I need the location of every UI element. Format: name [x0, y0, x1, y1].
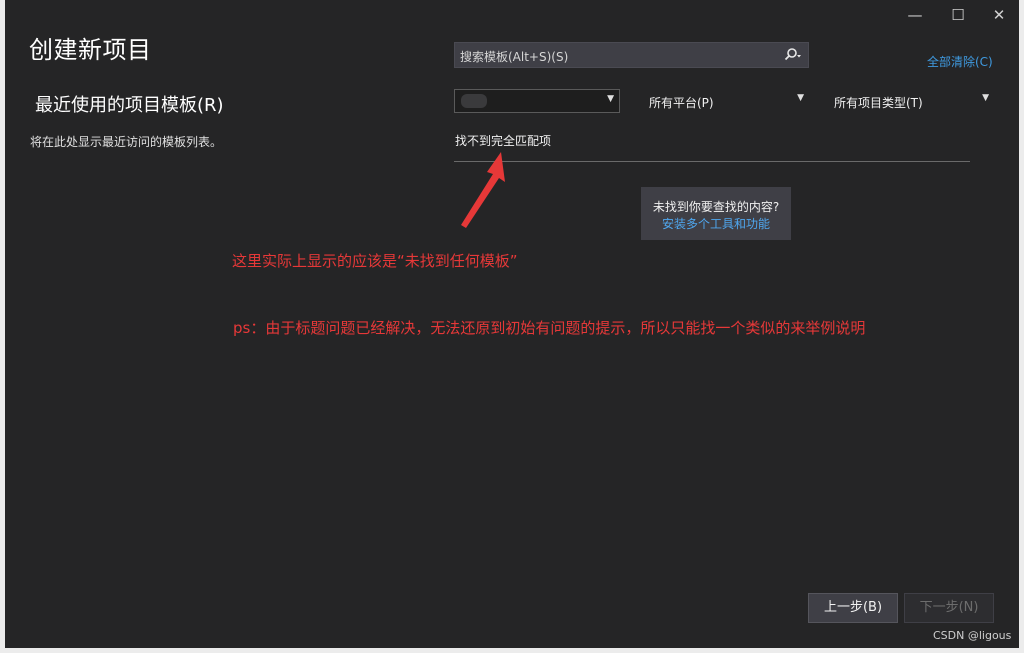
chevron-down-icon: ▼ — [607, 94, 614, 104]
annotation-note-1: 这里实际上显示的应该是“未找到任何模板” — [232, 252, 518, 270]
hint-question: 未找到你要查找的内容? — [652, 200, 780, 214]
recent-templates-description: 将在此处显示最近访问的模板列表。 — [30, 135, 223, 149]
install-tools-link[interactable]: 安装多个工具和功能 — [641, 215, 791, 232]
search-placeholder: 搜索模板(Alt+S)(S) — [460, 50, 569, 64]
minimize-button[interactable]: — — [901, 4, 929, 26]
page-title: 创建新项目 — [29, 36, 152, 64]
install-tools-hint: 未找到你要查找的内容? 安装多个工具和功能 — [641, 187, 791, 240]
minimize-icon: — — [907, 6, 923, 24]
redacted-selection — [461, 94, 487, 108]
language-filter-dropdown[interactable]: ▼ — [454, 89, 620, 113]
chevron-down-icon: ▼ — [797, 93, 804, 103]
maximize-button[interactable]: ☐ — [944, 4, 972, 26]
close-button[interactable]: ✕ — [985, 4, 1013, 26]
project-type-filter-value: 所有项目类型(T) — [834, 96, 923, 110]
platform-filter-value: 所有平台(P) — [649, 96, 714, 110]
next-button[interactable]: 下一步(N) — [904, 593, 994, 623]
close-icon: ✕ — [992, 6, 1006, 24]
project-type-filter-dropdown[interactable]: 所有项目类型(T) ▼ — [828, 89, 994, 113]
maximize-icon: ☐ — [951, 6, 965, 24]
search-input[interactable]: 搜索模板(Alt+S)(S) — [454, 42, 809, 68]
recent-templates-heading: 最近使用的项目模板(R) — [35, 95, 224, 116]
no-match-message: 找不到完全匹配项 — [455, 134, 552, 148]
clear-all-link[interactable]: 全部清除(C) — [927, 53, 993, 70]
results-divider — [454, 161, 970, 162]
platform-filter-dropdown[interactable]: 所有平台(P) ▼ — [643, 89, 809, 113]
back-button[interactable]: 上一步(B) — [808, 593, 898, 623]
chevron-down-icon: ▼ — [982, 93, 989, 103]
watermark: CSDN @ligous — [933, 629, 1012, 642]
create-project-dialog: — ☐ ✕ 创建新项目 最近使用的项目模板(R) 将在此处显示最近访问的模板列表… — [5, 0, 1019, 648]
annotation-note-2: ps：由于标题问题已经解决，无法还原到初始有问题的提示，所以只能找一个类似的来举… — [233, 319, 866, 337]
search-icon[interactable] — [784, 47, 802, 63]
annotation-arrow — [461, 152, 505, 228]
